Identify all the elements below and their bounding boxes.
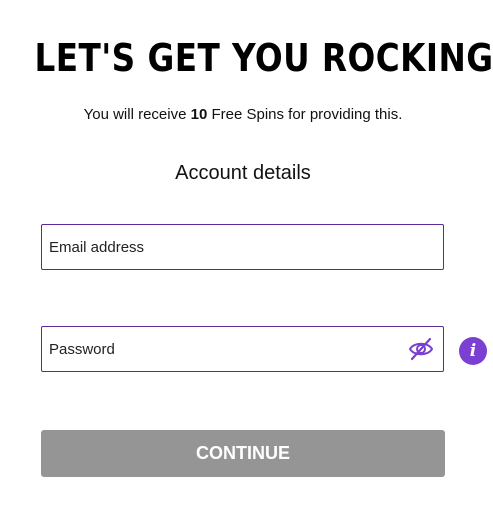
password-field[interactable]: [42, 327, 389, 371]
continue-button[interactable]: CONTINUE: [41, 430, 445, 477]
password-field-box: [41, 326, 444, 372]
free-spins-count: 10: [190, 106, 208, 123]
email-field-box: [41, 224, 444, 270]
info-icon[interactable]: i: [459, 337, 487, 365]
account-details-heading: Account details: [175, 162, 311, 184]
free-spins-note: You will receive 10 Free Spins for provi…: [0, 106, 486, 123]
free-spins-note-tail: Free Spins for providing this.: [207, 106, 403, 123]
eye-slash-icon[interactable]: [408, 337, 434, 361]
email-field[interactable]: [42, 225, 389, 269]
free-spins-note-lead: You will receive: [83, 106, 191, 123]
page-title: LET'S GET YOU ROCKING!: [34, 36, 493, 80]
signup-page: LET'S GET YOU ROCKING! You will receive …: [0, 0, 493, 512]
